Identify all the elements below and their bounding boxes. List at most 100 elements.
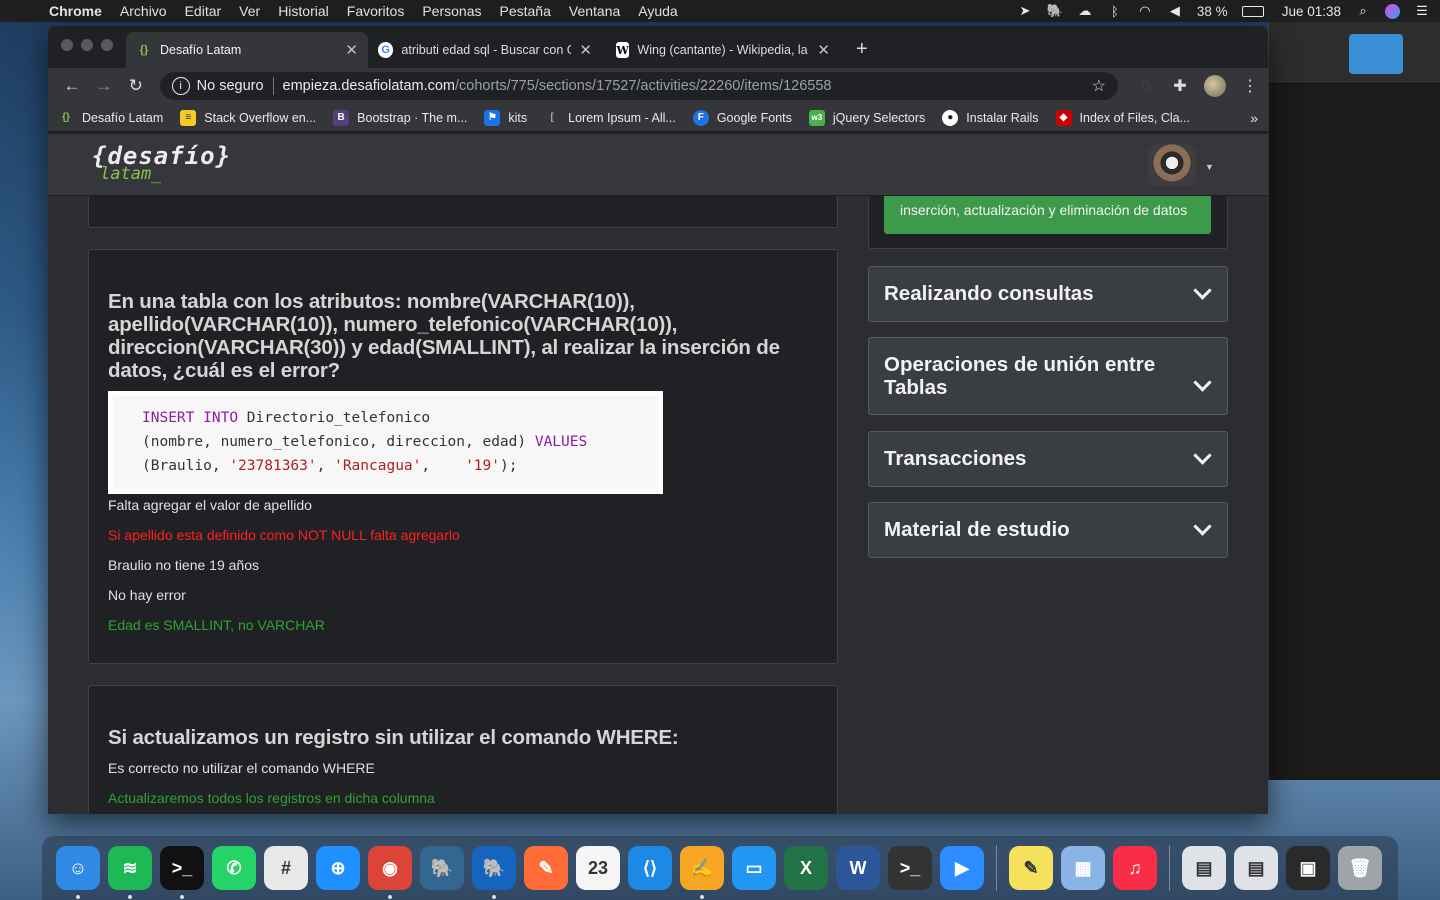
answer-option-correct[interactable]: Edad es SMALLINT, no VARCHAR	[108, 617, 325, 633]
dock-finder-icon[interactable]: ☺	[56, 846, 100, 899]
volume-icon[interactable]: ◀	[1167, 3, 1183, 18]
dock-doc3-icon[interactable]: ▣	[1286, 846, 1330, 890]
menubar-clock[interactable]: Jue 01:38	[1282, 4, 1341, 19]
menu-item-editar[interactable]: Editar	[176, 3, 231, 19]
bookmark-stackoverflow[interactable]: ≡ Stack Overflow en...	[180, 109, 316, 126]
tab-google-search[interactable]: G atributi edad sql - Buscar con Google …	[368, 32, 602, 68]
sidebar-section-realizando-consultas[interactable]: Realizando consultas	[868, 266, 1228, 322]
postgres-icon[interactable]: 🐘	[1047, 3, 1063, 18]
chevron-down-icon[interactable]: ▼	[1205, 162, 1214, 172]
menu-item-ver[interactable]: Ver	[230, 3, 269, 19]
menu-item-favoritos[interactable]: Favoritos	[338, 3, 414, 19]
menu-app-name[interactable]: Chrome	[40, 3, 111, 19]
answer-option-correct[interactable]: Actualizaremos todos los registros en di…	[108, 790, 435, 806]
dock-stickies-icon[interactable]: ✎	[1009, 846, 1053, 890]
chrome-window: {} Desafío Latam ✕ G atributi edad sql -…	[48, 26, 1268, 814]
dock-safari-icon[interactable]: ⊕	[316, 846, 360, 890]
location-icon[interactable]: ➤	[1017, 3, 1033, 18]
answer-option-wrong[interactable]: Si apellido esta definido como NOT NULL …	[108, 527, 460, 543]
desafio-latam-logo[interactable]: {desafío} latam_	[92, 142, 231, 184]
dock-music-icon[interactable]: ♫	[1113, 846, 1157, 890]
dock-separator	[996, 845, 997, 891]
more-menu-icon[interactable]: ⋮	[1240, 76, 1260, 96]
address-bar[interactable]: i No seguro empieza.desafiolatam.com /co…	[159, 72, 1118, 100]
user-avatar[interactable]	[1148, 144, 1196, 186]
dock-spotify-icon[interactable]: ≋	[108, 846, 152, 899]
menu-item-pestana[interactable]: Pestaña	[491, 3, 560, 19]
bookmark-index-of-files[interactable]: ◆ Index of Files, Cla...	[1055, 109, 1190, 126]
dock-terminal-icon[interactable]: >_	[160, 846, 204, 899]
notification-center-icon[interactable]: ☰	[1414, 3, 1430, 18]
security-label[interactable]: No seguro	[197, 78, 264, 94]
close-tab-icon[interactable]: ✕	[571, 41, 592, 59]
spotlight-search-icon[interactable]: ⌕	[1355, 3, 1371, 18]
dock-tableplus-icon[interactable]: 🐘	[472, 846, 516, 899]
minimize-window-button[interactable]	[81, 39, 93, 51]
answer-option[interactable]: No hay error	[108, 587, 186, 603]
code-string: 'Rancagua'	[334, 458, 422, 474]
wifi-icon[interactable]: ◠	[1137, 3, 1153, 18]
answer-option[interactable]: Braulio no tiene 19 años	[108, 557, 259, 573]
bookmarks-overflow-icon[interactable]: »	[1250, 110, 1258, 126]
bookmark-kits[interactable]: ⚑ kits	[484, 109, 527, 126]
cloud-icon[interactable]: ☁	[1077, 3, 1093, 18]
bookmark-jquery-selectors[interactable]: w3 jQuery Selectors	[808, 109, 925, 126]
sidebar-section-transacciones[interactable]: Transacciones	[868, 431, 1228, 487]
close-tab-icon[interactable]: ✕	[809, 41, 830, 59]
bookmark-desafio-latam[interactable]: {} Desafío Latam	[58, 110, 163, 126]
dock-doc1-icon[interactable]: ▤	[1182, 846, 1226, 890]
dock-zoom-icon[interactable]: ▶	[940, 846, 984, 890]
running-indicator	[180, 895, 184, 899]
bookmark-google-fonts[interactable]: F Google Fonts	[692, 109, 792, 126]
dock-trash-icon[interactable]: 🗑	[1338, 846, 1382, 890]
dock-separator	[1169, 845, 1170, 891]
dock-word-icon[interactable]: W	[836, 846, 880, 890]
bookmark-star-icon[interactable]: ☆	[1092, 76, 1106, 96]
bookmark-instalar-rails[interactable]: ● Instalar Rails	[942, 109, 1039, 126]
siri-icon[interactable]	[1385, 3, 1400, 19]
menu-item-personas[interactable]: Personas	[413, 3, 490, 19]
profile-avatar[interactable]	[1204, 75, 1226, 97]
menu-item-ayuda[interactable]: Ayuda	[629, 3, 686, 19]
menu-item-historial[interactable]: Historial	[269, 3, 338, 19]
question-card: En una tabla con los atributos: nombre(V…	[88, 249, 838, 664]
dock-preview-icon[interactable]: ▦	[1061, 846, 1105, 890]
sidebar-section-union-tablas[interactable]: Operaciones de unión entre Tablas	[868, 337, 1228, 415]
dock-whatsapp-icon[interactable]: ✆	[212, 846, 256, 890]
close-window-button[interactable]	[61, 39, 73, 51]
current-lesson-button[interactable]: inserción, actualización y eliminación d…	[884, 196, 1211, 234]
dock-pages-icon[interactable]: ✍	[680, 846, 724, 899]
bluetooth-icon[interactable]: ᛒ	[1107, 4, 1123, 19]
dock-excel-icon[interactable]: X	[784, 846, 828, 890]
dock-terminal2-icon[interactable]: >_	[888, 846, 932, 890]
tab-desafio-latam[interactable]: {} Desafío Latam ✕	[126, 32, 368, 68]
dock-slack-icon[interactable]: #	[264, 846, 308, 890]
battery-percent[interactable]: 38 %	[1197, 4, 1228, 19]
tab-title: atributi edad sql - Buscar con Google	[401, 43, 571, 57]
dock-keynote-icon[interactable]: ▭	[732, 846, 776, 890]
zoom-window-button[interactable]	[101, 39, 113, 51]
close-tab-icon[interactable]: ✕	[337, 41, 358, 59]
answer-option[interactable]: Falta agregar el valor de apellido	[108, 497, 312, 513]
forward-button[interactable]: →	[88, 72, 120, 100]
bookmark-bootstrap[interactable]: B Bootstrap · The m...	[333, 109, 467, 126]
dock-calendar-icon[interactable]: 23	[576, 846, 620, 890]
back-button[interactable]: ←	[56, 72, 88, 100]
menu-item-ventana[interactable]: Ventana	[560, 3, 629, 19]
answer-option[interactable]: Es correcto no utilizar el comando WHERE	[108, 760, 375, 776]
new-tab-button[interactable]: +	[856, 38, 868, 61]
reload-button[interactable]: ↻	[120, 72, 152, 100]
tab-wikipedia[interactable]: W Wing (cantante) - Wikipedia, la encicl…	[606, 32, 840, 68]
dock-doc2-icon[interactable]: ▤	[1234, 846, 1278, 890]
dock-vscode-icon[interactable]: ⟨⟩	[628, 846, 672, 890]
extension-icon[interactable]: ◌	[1136, 77, 1156, 95]
dock-postgres-icon[interactable]: 🐘	[420, 846, 464, 890]
dock-postman-icon[interactable]: ✎	[524, 846, 568, 890]
menu-item-archivo[interactable]: Archivo	[111, 3, 176, 19]
site-info-icon[interactable]: i	[171, 77, 190, 95]
extensions-puzzle-icon[interactable]: ✚	[1170, 76, 1190, 96]
sidebar-section-material-estudio[interactable]: Material de estudio	[868, 502, 1228, 558]
bookmark-lorem-ipsum[interactable]: [ Lorem Ipsum - All...	[544, 110, 675, 126]
dock-chrome-icon[interactable]: ◉	[368, 846, 412, 899]
battery-icon[interactable]	[1241, 5, 1264, 17]
